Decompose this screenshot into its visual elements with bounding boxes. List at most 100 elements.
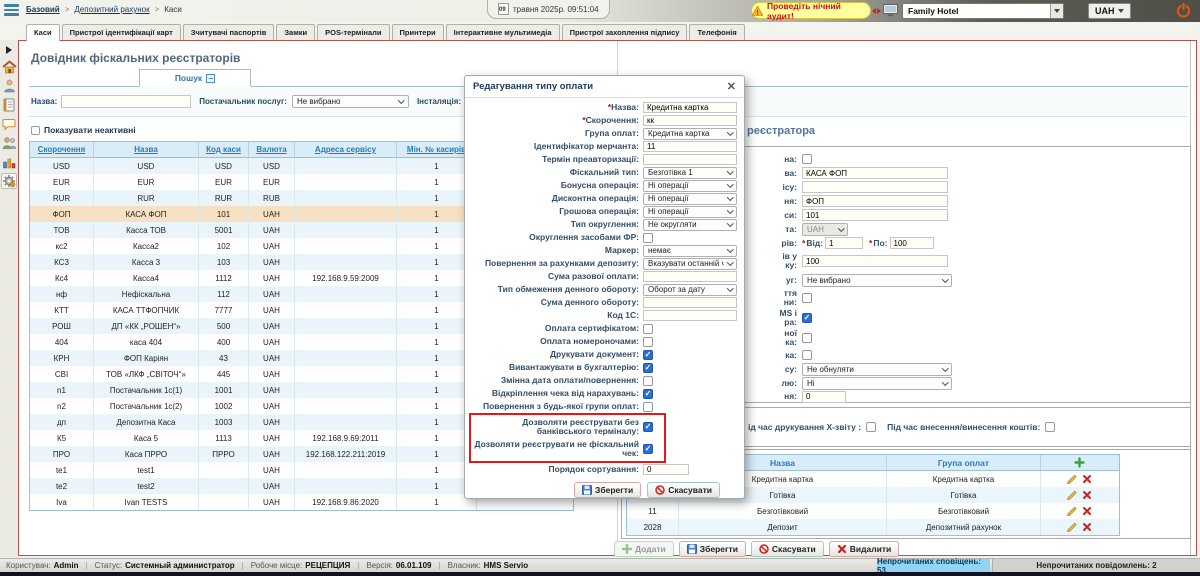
menu-icon[interactable] <box>4 4 19 18</box>
service-provider-select[interactable]: Не вибрано <box>802 274 952 287</box>
checks-count-input[interactable] <box>802 255 948 267</box>
column-header[interactable]: Скорочення <box>30 142 94 157</box>
fiscal-type-select[interactable]: Безготівка 1 <box>643 167 737 179</box>
control-select[interactable]: Ні <box>802 377 952 390</box>
collapse-icon[interactable]: − <box>206 74 215 83</box>
column-header[interactable]: Валюта <box>249 142 295 157</box>
column-header[interactable]: Код каси <box>199 142 249 157</box>
tab[interactable]: Замки <box>276 24 315 40</box>
merchant-id-field[interactable] <box>643 141 737 152</box>
registrar-shortname-input[interactable] <box>802 195 948 207</box>
code-1c-field[interactable] <box>643 310 737 321</box>
hotel-select[interactable]: Family Hotel <box>902 3 1064 19</box>
allow-nonfiscal-check-checkbox[interactable] <box>643 444 653 454</box>
tab[interactable]: Інтерактивне мультимедіа <box>446 24 560 40</box>
export-accounting-checkbox[interactable] <box>643 363 653 373</box>
reports-icon[interactable] <box>1 154 17 170</box>
edit-icon[interactable] <box>1066 474 1077 485</box>
rounding-type-select[interactable]: Не округляти <box>643 219 737 231</box>
expand-panel-icon[interactable] <box>1 44 17 56</box>
column-header[interactable]: Назва <box>94 142 199 157</box>
marker-select[interactable]: немає <box>643 245 737 257</box>
allow-without-terminal-checkbox[interactable] <box>643 422 653 432</box>
detach-check-checkbox[interactable] <box>643 389 653 399</box>
save-button[interactable]: Зберегти <box>679 541 746 557</box>
tab[interactable]: POS-термінали <box>317 24 389 40</box>
delete-icon[interactable] <box>1082 506 1092 516</box>
daily-turnover-sum-field[interactable] <box>643 297 737 308</box>
registrar-option-checkbox[interactable] <box>802 313 812 323</box>
tab[interactable]: Каси <box>26 24 60 41</box>
edit-icon[interactable] <box>1066 506 1077 517</box>
breadcrumb-link[interactable]: Базовий <box>26 5 60 14</box>
payment-group-select[interactable]: Кредитна картка <box>643 128 737 140</box>
fr-rounding-checkbox[interactable] <box>643 233 653 243</box>
tab[interactable]: Пристрої ідентифікації карт <box>62 24 181 40</box>
sort-order-field[interactable] <box>643 464 689 475</box>
delete-button[interactable]: Видалити <box>829 541 900 557</box>
cashier-to-input[interactable] <box>890 237 934 249</box>
tab[interactable]: Пристрої захоплення підпису <box>562 24 688 40</box>
messages-badge[interactable]: Непрочитаних повідомлень: 2 <box>992 559 1200 572</box>
registrar-currency-select[interactable]: UAH <box>802 223 848 236</box>
concierge-icon[interactable] <box>1 78 17 94</box>
money-operation-select[interactable]: Ні операції <box>643 206 737 218</box>
reset-mode-select[interactable]: Не обнуляти <box>802 363 952 376</box>
add-payment-type-button[interactable] <box>1074 457 1085 468</box>
deposit-return-select[interactable]: Вказувати останній че <box>643 258 737 270</box>
power-button[interactable] <box>1176 3 1191 23</box>
home-icon[interactable] <box>1 59 17 75</box>
daily-limit-type-select[interactable]: Оборот за дату <box>643 284 737 296</box>
show-inactive-checkbox[interactable] <box>31 126 40 135</box>
payment-table-row[interactable]: 2028 Депозит Депозитний рахунок <box>627 519 1119 535</box>
cashier-from-input[interactable] <box>825 237 863 249</box>
registrar-code-input[interactable] <box>802 209 948 221</box>
registrar-option-checkbox[interactable] <box>802 293 812 303</box>
tab[interactable]: Телефонія <box>689 24 744 40</box>
edit-icon[interactable] <box>1066 490 1077 501</box>
journal-icon[interactable] <box>1 97 17 113</box>
provider-filter-select[interactable]: Не вибрано <box>292 95 409 108</box>
cash-io-checkbox[interactable] <box>1045 422 1055 432</box>
registrar-inactive-checkbox[interactable] <box>802 154 812 164</box>
xreport-checkbox[interactable] <box>866 422 876 432</box>
search-panel-tab[interactable]: Пошук − <box>139 69 251 87</box>
delete-icon[interactable] <box>1082 490 1092 500</box>
payment-table-row[interactable]: 11 Безготівковий Безготівковий <box>627 503 1119 519</box>
guests-icon[interactable] <box>1 135 17 151</box>
name-filter-input[interactable] <box>61 95 191 108</box>
preauth-term-field[interactable] <box>643 154 737 165</box>
registrar-option-checkbox[interactable] <box>802 350 812 360</box>
dialog-cancel-button[interactable]: Скасувати <box>647 482 720 498</box>
column-header[interactable]: Адреса сервісу <box>295 142 397 157</box>
breadcrumb-link[interactable]: Депозитний рахунок <box>74 5 149 14</box>
bonus-operation-select[interactable]: Ні операції <box>643 180 737 192</box>
registrar-service-address-input[interactable] <box>802 181 948 193</box>
sort-order-input[interactable] <box>802 391 846 403</box>
tab[interactable]: Зчитувачі паспортів <box>183 24 275 40</box>
tab[interactable]: Принтери <box>392 24 444 40</box>
night-audit-warning[interactable]: ! Проведіть нічний аудит! <box>751 2 871 19</box>
print-document-checkbox[interactable] <box>643 350 653 360</box>
return-any-group-checkbox[interactable] <box>643 402 653 412</box>
shortname-field[interactable] <box>643 115 737 126</box>
delete-icon[interactable] <box>1082 474 1092 484</box>
single-payment-sum-field[interactable] <box>643 271 737 282</box>
certificate-payment-checkbox[interactable] <box>643 324 653 334</box>
change-payment-date-checkbox[interactable] <box>643 376 653 386</box>
registrar-option-checkbox[interactable] <box>802 333 812 343</box>
edit-icon[interactable] <box>1066 522 1077 533</box>
cancel-button[interactable]: Скасувати <box>751 541 824 557</box>
add-button[interactable]: Додати <box>614 541 674 557</box>
discount-operation-select[interactable]: Ні операції <box>643 193 737 205</box>
settings-icon[interactable] <box>1 173 17 189</box>
pager-arrows-icon[interactable] <box>872 8 881 14</box>
name-field[interactable] <box>643 102 737 113</box>
close-icon[interactable]: ✕ <box>727 80 736 93</box>
delete-icon[interactable] <box>1082 522 1092 532</box>
registrar-name-input[interactable] <box>802 167 948 179</box>
dialog-save-button[interactable]: Зберегти <box>574 482 641 498</box>
roomnights-payment-checkbox[interactable] <box>643 337 653 347</box>
notifications-badge[interactable]: Непрочитаних сповіщень: 53 <box>877 559 990 572</box>
messages-icon[interactable] <box>1 116 17 132</box>
